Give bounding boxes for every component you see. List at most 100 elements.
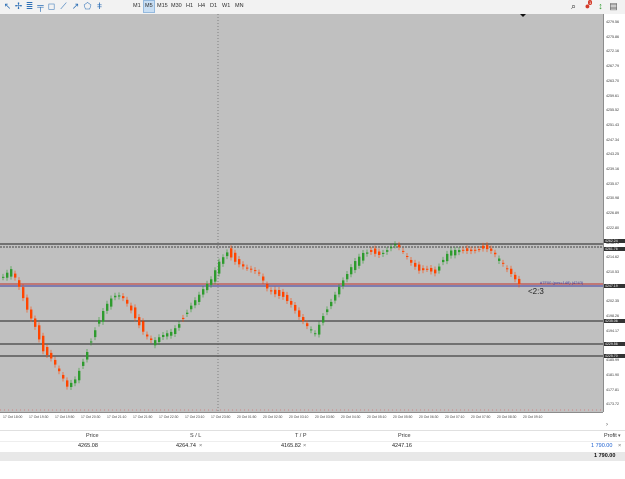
timeframe-h1[interactable]: H1 [185,1,194,12]
candle-body [182,317,185,319]
one-click-trading-icon[interactable]: ↕ [595,1,606,12]
price-axis-label: 4255.52 [606,108,619,113]
candle-body [330,301,333,307]
candle-body [86,351,89,360]
timeframe-m5[interactable]: M5 [143,0,155,13]
rectangle-icon[interactable]: ◻ [46,1,57,12]
header-tp[interactable]: T / P [295,432,307,441]
candle-body [154,340,157,346]
price-axis-label: 4230.98 [606,196,619,201]
shapes-icon[interactable]: ⬠ [82,1,93,12]
candle-body [138,317,141,326]
price-axis-label: 4214.62 [606,255,619,260]
candle-body [274,289,277,295]
candle-body [306,323,309,327]
price-axis-label: 4251.43 [606,122,619,127]
price-axis: 4279.56 4275.86 4272.16 4267.79 4263.70 4259.… [603,14,625,412]
candle-body [394,244,397,246]
trade-row[interactable]: 4265.08 4264.74 × 4165.82 × 4247.16 1 79… [0,441,625,451]
price-level-tag: 4225.70 [604,354,625,358]
header-price-current[interactable]: Price [398,432,411,441]
crosshair-icon[interactable]: ✢ [13,1,24,12]
header-profit[interactable]: Profit [604,432,617,441]
price-chart[interactable]: #7F00 (pos=148) (4243) <2:3 [0,14,603,412]
candle-body [510,268,513,275]
trade-open-price: 4265.08 [78,443,98,449]
cursor-icon[interactable]: ↖ [2,1,13,12]
candle-body [10,269,13,277]
candle-body [130,305,133,311]
candle-body [74,379,77,384]
candle-body [386,250,389,252]
candle-body [18,280,21,287]
candle-body [142,321,145,332]
timeframe-m30[interactable]: M30 [170,1,183,12]
price-axis-label: 4173.72 [606,402,619,407]
fibonacci-icon[interactable]: ╤ [35,1,46,12]
candle-body [270,290,273,292]
candle-body [242,264,245,267]
arrow-icon[interactable]: ↗ [70,1,81,12]
timeframe-h4[interactable]: H4 [197,1,206,12]
candle-body [46,347,49,355]
candle-body [134,307,137,319]
candle-body [234,252,237,262]
price-axis-label: 4222.80 [606,225,619,230]
timeframe-m1[interactable]: M1 [132,1,142,12]
price-level-tag: 4261.76 [604,247,625,251]
timeframe-w1[interactable]: W1 [221,1,231,12]
candle-body [518,278,521,285]
candle-body [442,259,445,263]
candle-body [94,330,97,338]
candle-body [166,333,169,337]
candle-body [158,337,161,343]
price-axis-label: 4198.26 [606,314,619,318]
vertical-line-icon[interactable]: ǂ [94,1,105,12]
price-axis-label: 4247.34 [606,137,619,142]
timeframe-mn[interactable]: MN [234,1,245,12]
trade-tp[interactable]: 4165.82 [281,442,301,451]
profit-sort-icon[interactable]: ▾ [618,432,621,441]
candle-body [294,304,297,311]
candle-body [290,300,293,305]
header-price[interactable]: Price [86,432,99,441]
candle-body [146,334,149,337]
trade-sl[interactable]: 4264.74 [176,442,196,451]
candle-body [406,255,409,257]
timeframe-d1[interactable]: D1 [209,1,218,12]
candle-body [214,270,217,282]
remove-sl-icon[interactable]: × [199,442,202,451]
candle-body [374,248,377,254]
account-icon[interactable]: ▤ [608,1,619,12]
candle-body [58,368,61,372]
candle-body [190,305,193,310]
total-profit: 1 790.00 [594,453,616,459]
header-sl[interactable]: S / L [190,432,201,441]
candle-body [298,310,301,317]
close-position-icon[interactable]: × [618,442,621,451]
panel-scroll-right-icon[interactable]: › [606,420,608,430]
candle-body [286,294,289,302]
candle-body [266,284,269,289]
search-icon[interactable]: ⌕ [568,1,579,12]
candle-body [278,290,281,296]
candle-body [438,266,441,271]
timeframe-m15[interactable]: M15 [156,1,169,12]
candle-body [78,370,81,381]
order-marker-label: <2:3 [528,287,544,296]
candle-body [210,279,213,285]
candle-body [218,261,221,274]
candle-body [282,291,285,297]
candle-body [70,382,73,388]
candle-body [342,280,345,287]
period-separator-icon[interactable]: ≣ [24,1,35,12]
candle-body [494,252,497,255]
remove-tp-icon[interactable]: × [303,442,306,451]
price-axis-label: 4210.53 [606,269,619,274]
candle-body [230,248,233,258]
candle-body [26,297,29,310]
trendline-icon[interactable]: ⟋ [58,1,69,12]
candle-body [314,333,317,335]
candle-body [222,257,225,264]
candle-body [250,268,253,270]
